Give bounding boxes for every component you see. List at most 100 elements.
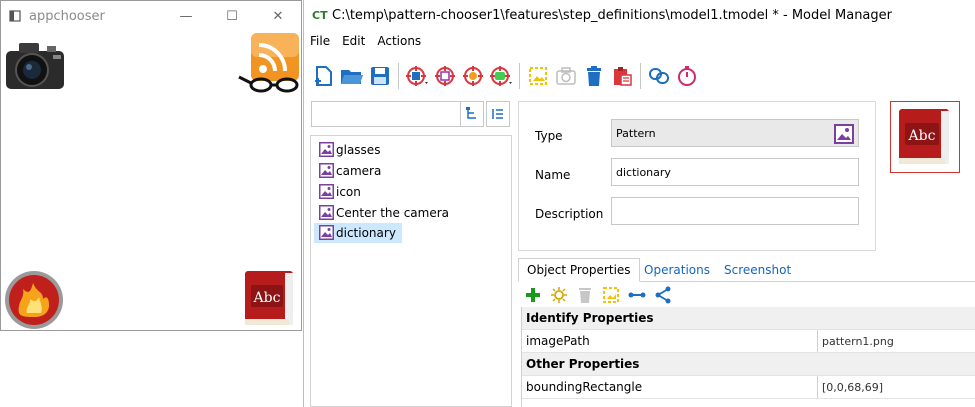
dictionary-icon[interactable]: Abc	[241, 267, 297, 329]
toolbar-separator	[519, 63, 520, 89]
toolbar-separator	[640, 63, 641, 89]
capture-region-icon	[529, 67, 547, 85]
category-identify-properties[interactable]: Identify Properties	[522, 307, 975, 330]
property-tabs: Object Properties Operations Screenshot	[518, 258, 975, 282]
connector-icon	[628, 292, 646, 298]
description-label: Description	[535, 207, 604, 221]
appchooser-title: appchooser	[29, 8, 105, 24]
rss-glasses-icon[interactable]	[237, 31, 301, 97]
timer-button[interactable]	[673, 62, 701, 90]
tab-object-properties[interactable]: Object Properties	[518, 258, 640, 282]
appchooser-window: appchooser — ☐ ✕ Abc	[0, 0, 302, 331]
tree-item-glasses[interactable]: glasses	[314, 140, 386, 160]
sun-icon	[551, 287, 567, 303]
pattern-preview: Abc	[890, 101, 960, 173]
target-web-icon	[463, 66, 483, 86]
property-row-imagepath[interactable]: imagePath pattern1.png	[522, 330, 975, 353]
open-folder-icon	[341, 70, 363, 84]
paste-button[interactable]	[608, 62, 636, 90]
camera-icon[interactable]	[3, 39, 67, 91]
camera-toolbar-icon	[556, 67, 576, 85]
tree-item-label: Center the camera	[336, 206, 450, 220]
link-button[interactable]	[645, 62, 673, 90]
property-toolbar	[520, 284, 676, 306]
property-value[interactable]: pattern1.png	[818, 335, 894, 348]
delete-property-button[interactable]	[572, 285, 598, 305]
target-qt-icon	[490, 66, 512, 86]
name-value: dictionary	[616, 165, 671, 179]
add-property-button[interactable]	[520, 285, 546, 305]
tree-item-icon[interactable]: icon	[314, 182, 367, 202]
tree-view-icon	[466, 107, 476, 119]
spy-windows-button[interactable]	[403, 62, 431, 90]
menu-actions[interactable]: Actions	[377, 34, 421, 48]
menu-edit[interactable]: Edit	[342, 34, 365, 48]
app-logo-icon: CT	[312, 8, 328, 22]
details-panel: Type Pattern Name dictionary Description	[518, 101, 876, 251]
save-icon	[371, 67, 389, 85]
new-file-button[interactable]	[310, 62, 338, 90]
trash-disabled-icon	[579, 288, 591, 303]
pattern-icon	[319, 142, 334, 157]
tree-list-button[interactable]	[486, 101, 510, 127]
appchooser-titlebar[interactable]: appchooser — ☐ ✕	[1, 1, 301, 31]
tree-expand-button[interactable]	[460, 101, 484, 127]
spy-image-button[interactable]	[431, 62, 459, 90]
dictionary-preview-icon: Abc	[899, 109, 949, 164]
share-button[interactable]	[650, 285, 676, 305]
tree-item-center-camera[interactable]: Center the camera	[314, 203, 455, 223]
name-label: Name	[535, 168, 571, 182]
trash-icon	[587, 66, 601, 86]
target-image-icon	[435, 66, 455, 86]
target-windows-icon	[406, 66, 428, 86]
pattern-icon	[319, 205, 334, 220]
category-other-properties[interactable]: Other Properties	[522, 353, 975, 376]
property-name: imagePath	[522, 330, 818, 352]
open-button[interactable]	[338, 62, 366, 90]
description-field[interactable]	[611, 197, 859, 225]
type-value: Pattern	[616, 126, 656, 140]
property-name: boundingRectangle	[522, 376, 818, 398]
search-input[interactable]	[311, 101, 461, 127]
tree-item-label: dictionary	[336, 226, 396, 240]
tab-operations[interactable]: Operations	[636, 258, 718, 282]
menu-file[interactable]: File	[310, 34, 330, 48]
save-button[interactable]	[366, 62, 394, 90]
fire-icon[interactable]	[3, 269, 65, 331]
tab-screenshot[interactable]: Screenshot	[716, 258, 799, 282]
tree-item-label: camera	[336, 164, 382, 178]
model-manager-titlebar[interactable]: CT C:\temp\pattern-chooser1\features\ste…	[304, 0, 975, 30]
property-value[interactable]: [0,0,68,69]	[818, 381, 883, 394]
highlight-button[interactable]	[546, 285, 572, 305]
menu-bar: File Edit Actions	[304, 30, 975, 52]
close-button[interactable]: ✕	[255, 1, 301, 31]
type-field: Pattern	[611, 119, 859, 147]
tree-item-label: glasses	[336, 143, 381, 157]
connect-button[interactable]	[624, 285, 650, 305]
new-file-icon	[315, 66, 332, 86]
spy-qt-button[interactable]	[487, 62, 515, 90]
property-row-boundingrectangle[interactable]: boundingRectangle [0,0,68,69]	[522, 376, 975, 399]
capture-region-icon	[603, 287, 619, 303]
type-label: Type	[535, 129, 563, 143]
tree-item-dictionary[interactable]: dictionary	[314, 223, 402, 243]
delete-button[interactable]	[580, 62, 608, 90]
object-tree: glasses camera icon Center the camera di…	[310, 135, 512, 407]
app-window-icon	[9, 10, 21, 22]
property-grid: Identify Properties imagePath pattern1.p…	[521, 307, 975, 407]
tree-item-label: icon	[336, 185, 361, 199]
pattern-icon	[319, 184, 334, 199]
capture-property-button[interactable]	[598, 285, 624, 305]
spy-web-button[interactable]	[459, 62, 487, 90]
capture-region-button[interactable]	[524, 62, 552, 90]
link-icon	[649, 68, 669, 84]
toolbar-separator	[398, 63, 399, 89]
preview-label: Abc	[908, 128, 936, 144]
screenshot-button[interactable]	[552, 62, 580, 90]
name-field[interactable]: dictionary	[611, 158, 859, 186]
maximize-button[interactable]: ☐	[209, 1, 255, 31]
pattern-icon	[319, 225, 334, 240]
pattern-icon	[319, 163, 334, 178]
minimize-button[interactable]: —	[163, 1, 209, 31]
tree-item-camera[interactable]: camera	[314, 161, 387, 181]
